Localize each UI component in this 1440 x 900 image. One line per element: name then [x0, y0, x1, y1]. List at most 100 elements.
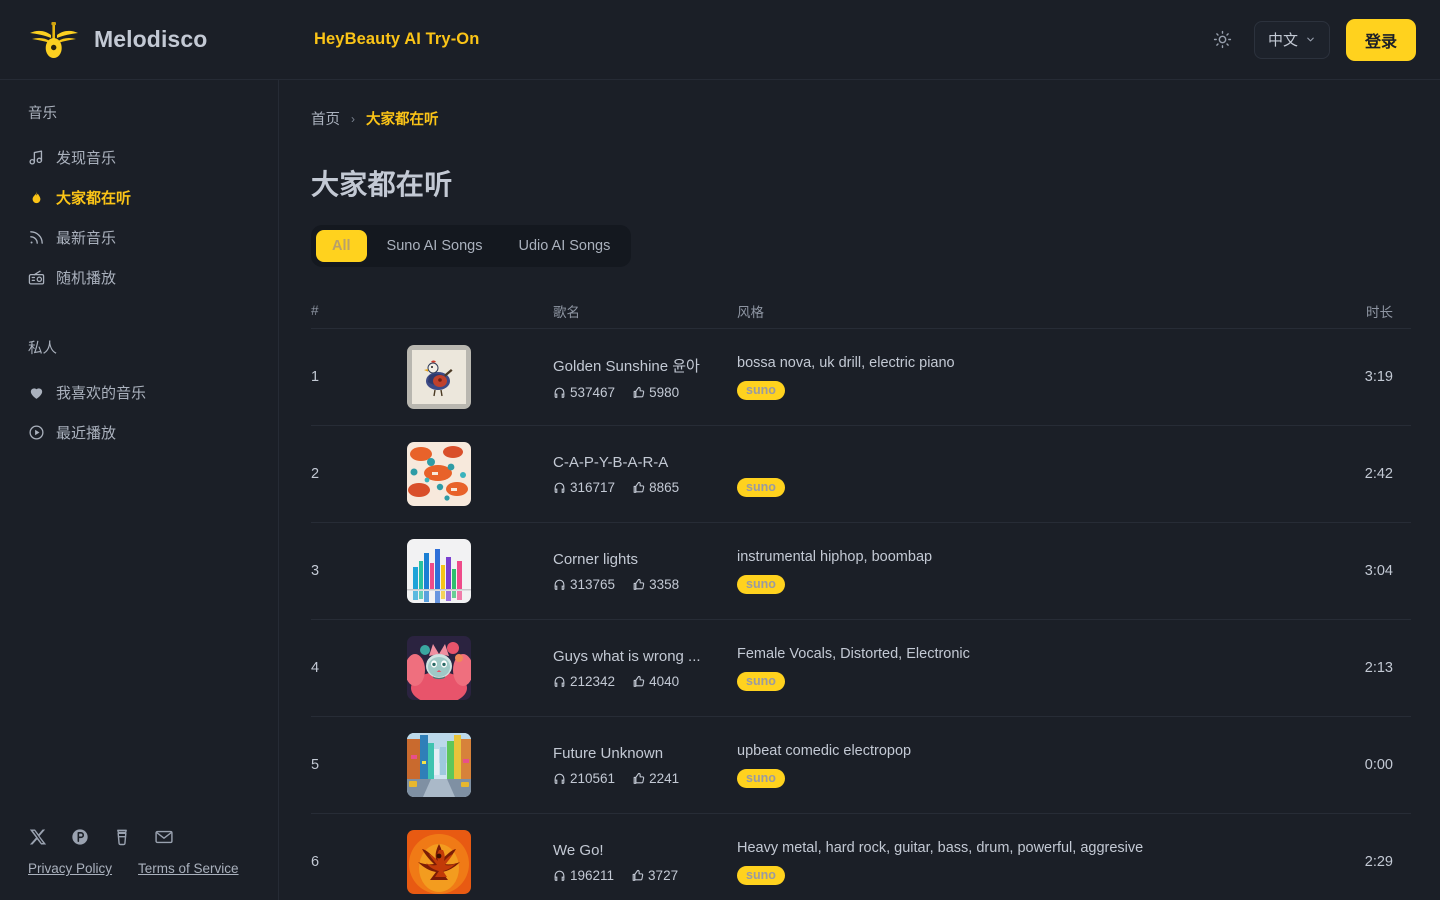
sidebar-item-discover[interactable]: 发现音乐: [0, 137, 278, 177]
song-stats: 316717 8865: [553, 480, 737, 495]
product-hunt-icon[interactable]: [70, 827, 90, 847]
play-count: 196211: [553, 868, 614, 883]
play-count-value: 196211: [570, 867, 615, 883]
buy-me-a-coffee-icon[interactable]: [112, 827, 132, 847]
like-count-value: 2241: [649, 770, 680, 786]
sidebar-item-trending[interactable]: 大家都在听: [0, 177, 278, 217]
song-stats: 313765 3358: [553, 577, 737, 592]
song-title: Guys what is wrong ...: [553, 647, 701, 665]
row-title-cell: Corner lights 313765 3358: [553, 551, 737, 592]
capybara-pattern-cover[interactable]: [407, 442, 471, 506]
like-count-value: 8865: [649, 479, 680, 495]
x-twitter-icon[interactable]: [28, 827, 48, 847]
language-select[interactable]: 中文: [1253, 20, 1330, 59]
row-cover-cell: [407, 733, 553, 797]
sidebar-item-label: 最新音乐: [56, 229, 117, 247]
row-genre-cell: suno: [737, 452, 1291, 497]
play-count-value: 212342: [570, 673, 616, 689]
neon-city-street-cover[interactable]: [407, 733, 471, 797]
headphones-icon: [554, 482, 565, 493]
login-button[interactable]: 登录: [1345, 18, 1416, 61]
like-count: 3358: [632, 577, 679, 592]
sidebar-item-label: 最近播放: [56, 424, 117, 442]
song-stats: 196211 3727: [553, 868, 737, 883]
play-count: 212342: [553, 674, 615, 689]
song-title: Golden Sunshine 윤아: [553, 357, 700, 375]
row-genre-cell: Heavy metal, hard rock, guitar, bass, dr…: [737, 840, 1291, 885]
promo-link[interactable]: HeyBeauty AI Try-On: [314, 30, 479, 49]
table-row[interactable]: 5 Future Unknown 210561 2241 upbeat come…: [311, 717, 1411, 814]
row-cover-cell: [407, 345, 553, 409]
sidebar: 音乐 发现音乐 大家都在听 最新音乐 随机播放 私人 我喜欢的音乐 最近播放 P…: [0, 80, 279, 900]
table-row[interactable]: 1 Golden Sunshine 윤아 537467 5980 bossa n…: [311, 329, 1411, 426]
row-cover-cell: [407, 539, 553, 603]
brand-name: Melodisco: [94, 26, 208, 52]
chevron-down-icon: [1307, 37, 1314, 42]
fire-icon: [28, 189, 45, 206]
sidebar-item-label: 大家都在听: [56, 189, 132, 207]
songs-table: # 歌名 风格 时长 1 Golden Sunshine 윤아 537467 5…: [311, 293, 1411, 900]
top-header: Melodisco HeyBeauty AI Try-On 中文 登录: [0, 0, 1440, 80]
sidebar-item-shuffle[interactable]: 随机播放: [0, 257, 278, 297]
privacy-policy-link[interactable]: Privacy Policy: [28, 861, 112, 876]
header-actions: 中文 登录: [1208, 18, 1416, 61]
fire-phoenix-cover[interactable]: [407, 830, 471, 894]
bird-playing-guitar-cover[interactable]: [407, 345, 471, 409]
song-duration: 2:29: [1364, 854, 1393, 870]
breadcrumb-home[interactable]: 首页: [311, 108, 340, 129]
like-count: 2241: [632, 771, 679, 786]
source-badge: suno: [737, 865, 785, 885]
table-row[interactable]: 6 We Go! 196211 3727 Heavy metal, hard r…: [311, 814, 1411, 900]
main-content: 首页 › 大家都在听 大家都在听 All Suno AI Songs Udio …: [279, 80, 1440, 900]
sidebar-item-liked[interactable]: 我喜欢的音乐: [0, 372, 278, 412]
app-root: Melodisco HeyBeauty AI Try-On 中文 登录 音乐 发…: [0, 0, 1440, 900]
row-title-cell: C-A-P-Y-B-A-R-A 316717 8865: [553, 454, 737, 495]
row-genre-cell: instrumental hiphop, boombap suno: [737, 549, 1291, 594]
song-stats: 210561 2241: [553, 771, 737, 786]
row-index: 5: [311, 757, 320, 773]
row-genre-cell: bossa nova, uk drill, electric piano sun…: [737, 355, 1291, 400]
play-count-value: 316717: [570, 479, 616, 495]
sidebar-item-recent[interactable]: 最近播放: [0, 412, 278, 452]
body-split: 音乐 发现音乐 大家都在听 最新音乐 随机播放 私人 我喜欢的音乐 最近播放 P…: [0, 80, 1440, 900]
song-title: C-A-P-Y-B-A-R-A: [553, 453, 669, 471]
source-badge: suno: [737, 768, 785, 788]
mail-icon[interactable]: [154, 827, 174, 847]
like-count-value: 3727: [648, 867, 679, 883]
play-count: 537467: [553, 385, 615, 400]
row-index: 4: [311, 660, 320, 676]
psychedelic-cat-cover[interactable]: [407, 636, 471, 700]
play-count-value: 313765: [570, 576, 616, 592]
nav-group-title-music: 音乐: [28, 106, 57, 122]
tab-all[interactable]: All: [316, 230, 367, 262]
song-duration: 0:00: [1364, 757, 1393, 773]
like-count: 3727: [631, 868, 678, 883]
song-title: We Go!: [553, 841, 604, 859]
table-row[interactable]: 2 C-A-P-Y-B-A-R-A 316717 8865 suno 2:42: [311, 426, 1411, 523]
tab-suno-ai-songs[interactable]: Suno AI Songs: [371, 230, 499, 262]
genre-tags: Female Vocals, Distorted, Electronic: [737, 645, 970, 662]
heart-icon: [28, 384, 45, 401]
brand-logo-group[interactable]: Melodisco: [28, 20, 278, 60]
language-label: 中文: [1267, 32, 1298, 49]
sidebar-item-latest[interactable]: 最新音乐: [0, 217, 278, 257]
song-stats: 537467 5980: [553, 385, 737, 400]
headphones-icon: [554, 773, 565, 784]
genre-tags: [737, 452, 1291, 469]
table-row[interactable]: 4 Guys what is wrong ... 212342 4040 Fem…: [311, 620, 1411, 717]
row-cover-cell: [407, 636, 553, 700]
nav-group-personal: 私人 我喜欢的音乐 最近播放: [0, 337, 278, 452]
sidebar-item-label: 发现音乐: [56, 149, 117, 167]
sun-icon[interactable]: [1208, 25, 1238, 55]
column-header-genre: 风格: [737, 304, 764, 320]
thumbs-up-icon: [633, 772, 645, 784]
like-count: 8865: [632, 480, 679, 495]
nav-group-music: 音乐 发现音乐 大家都在听 最新音乐 随机播放: [0, 102, 278, 297]
play-count: 316717: [553, 480, 615, 495]
terms-of-service-link[interactable]: Terms of Service: [138, 861, 239, 876]
table-row[interactable]: 3 Corner lights 313765 3358 instrumental…: [311, 523, 1411, 620]
genre-tags: upbeat comedic electropop: [737, 742, 912, 759]
source-badge: suno: [737, 380, 785, 400]
tab-udio-ai-songs[interactable]: Udio AI Songs: [502, 230, 626, 262]
colorful-city-skyline-cover[interactable]: [407, 539, 471, 603]
